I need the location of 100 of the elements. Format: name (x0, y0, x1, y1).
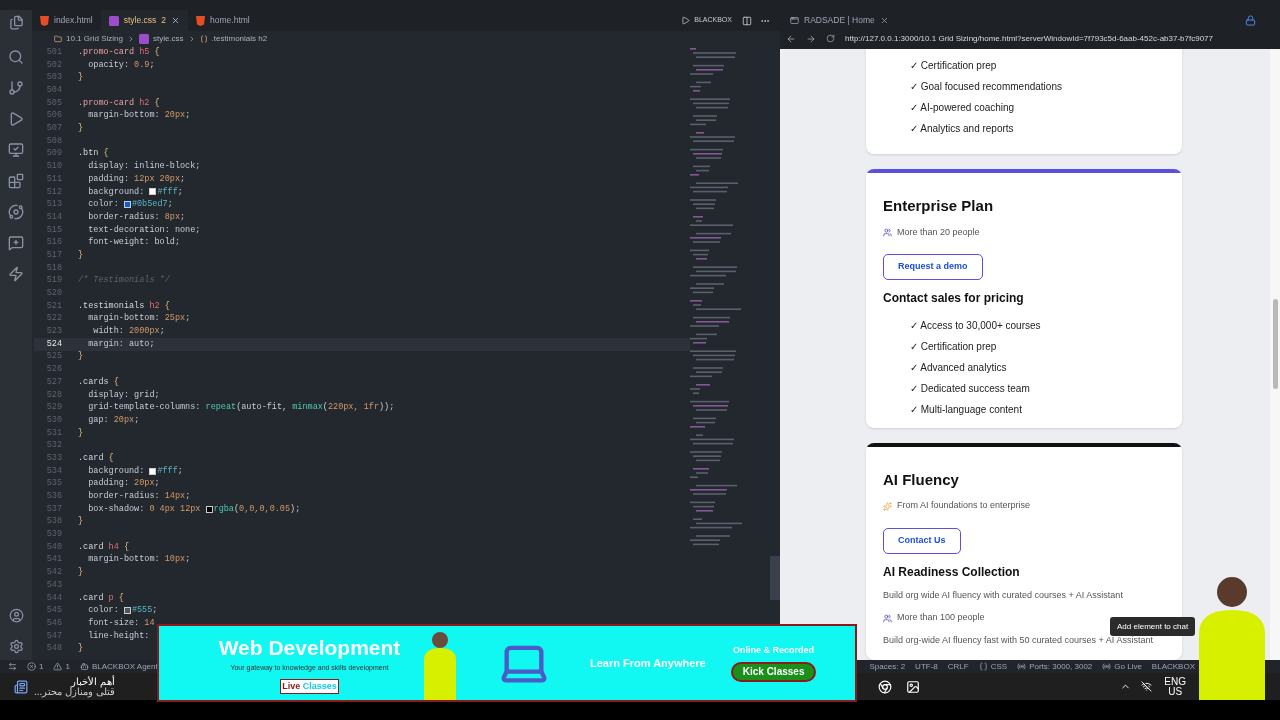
code-text: color: (87, 604, 120, 617)
tooltip: Add element to chat (1110, 617, 1196, 636)
code-text: } (78, 566, 84, 579)
split-icon[interactable] (742, 15, 752, 26)
card-subtitle: From AI foundations to enterprise (897, 499, 1031, 513)
color-swatch[interactable] (123, 201, 131, 209)
color-swatch[interactable] (123, 607, 131, 615)
close-icon[interactable] (171, 16, 181, 25)
card-subtitle: More than 20 people (897, 225, 980, 239)
line-number: 512 (45, 185, 62, 199)
branch-icon[interactable] (8, 80, 24, 96)
kick-classes-button[interactable]: Kick Classes (730, 661, 817, 682)
browser-tab[interactable]: RADSADE | Home (786, 14, 893, 27)
code-text: .cards { (78, 375, 119, 389)
braces-icon (978, 662, 988, 671)
card-button[interactable]: Contact Us (883, 527, 961, 554)
settings-icon[interactable] (8, 639, 24, 654)
live-classes-tag: Live Classes (280, 678, 339, 695)
breadcrumb-item[interactable]: style.css (152, 32, 184, 45)
language-label[interactable]: ENG (1164, 676, 1186, 687)
run-icon[interactable] (8, 111, 24, 127)
folder-icon (54, 34, 62, 43)
news-title[interactable]: أهم الأخبار (34, 676, 115, 687)
card-button[interactable]: Request a demo (883, 254, 983, 281)
status-item[interactable]: 1 (65, 660, 70, 673)
code-text: opacity: 0.9; (87, 58, 155, 72)
editor-tab[interactable]: style.css 2 (100, 10, 189, 31)
line-number: 507 (45, 122, 62, 135)
forward-icon[interactable] (806, 33, 816, 44)
code-text: font-weight: bold; (87, 236, 181, 250)
code-text: margin-bottom: 10px; (87, 553, 191, 567)
line-number: 532 (45, 439, 62, 453)
status-item[interactable]: UTF-8 (915, 660, 938, 673)
color-swatch[interactable] (149, 188, 157, 196)
card-heading: AI Readiness Collection (883, 563, 1021, 581)
status-item[interactable]: CSS (990, 660, 1008, 673)
address-field[interactable]: http://127.0.0.1:3000/10.1 Grid Sizing/home.html?serverWindowId=7f793c5d-6aab-452c-ab37-b7fc9077 (845, 32, 1213, 45)
color-swatch[interactable] (205, 505, 213, 513)
line-number: 545 (45, 604, 62, 617)
status-item[interactable]: BLACKBOX (1151, 660, 1195, 673)
wifi-off-icon[interactable] (1141, 681, 1153, 692)
news-headline[interactable]: قتلى ومنازل محتر... (34, 686, 115, 697)
monitor-icon[interactable] (8, 142, 24, 158)
code-text: } (78, 642, 84, 656)
search-icon[interactable] (8, 49, 24, 65)
code-text: .testimonials h2 { (78, 299, 170, 313)
code-text: background: (87, 464, 146, 478)
line-number: 530 (45, 413, 62, 427)
scrollbar-thumb[interactable] (1272, 299, 1278, 389)
card-title: AI Fluency (883, 469, 960, 490)
line-number: 531 (45, 426, 62, 440)
extensions-icon[interactable] (8, 173, 24, 189)
code-text: margin-bottom: 25px; (87, 312, 191, 326)
status-item[interactable]: Spaces: 2 (869, 660, 906, 673)
back-icon[interactable] (786, 33, 796, 44)
news-icon[interactable] (14, 679, 28, 694)
lightning-icon[interactable] (8, 266, 24, 282)
code-text: .promo-card h2 { (78, 96, 160, 110)
scrollbar-thumb[interactable] (770, 556, 780, 600)
sparkle-icon (883, 501, 892, 511)
line-number: 513 (45, 198, 62, 211)
line-number: 510 (45, 160, 62, 173)
css-file-icon (108, 15, 119, 26)
editor-tab[interactable]: index.html (32, 10, 101, 31)
line-number: 527 (45, 375, 62, 389)
chat-icon[interactable] (8, 235, 24, 251)
play-icon[interactable] (681, 16, 691, 25)
account-icon[interactable] (8, 608, 24, 623)
remote-icon[interactable] (8, 662, 17, 671)
lock-icon[interactable] (1245, 15, 1256, 26)
line-number: 517 (45, 248, 62, 262)
line-number: 529 (45, 401, 62, 414)
status-item[interactable]: Go Live (1114, 660, 1142, 673)
line-number: 505 (45, 96, 62, 110)
orbit-icon[interactable] (8, 204, 24, 220)
line-number: 526 (45, 363, 62, 376)
image-app-icon[interactable] (906, 679, 921, 694)
status-item[interactable]: CRLF (947, 660, 969, 673)
line-number: 537 (45, 502, 62, 516)
broadcast-icon (1017, 662, 1027, 671)
status-item[interactable]: BLACKBOX Agent (91, 660, 158, 673)
code-text: padding: 20px; (87, 477, 160, 491)
browser-app-icon[interactable] (878, 679, 893, 694)
files-icon[interactable] (8, 15, 24, 30)
region-label[interactable]: US (1168, 686, 1183, 697)
breadcrumb-item[interactable]: 10.1 Grid Sizing (66, 32, 123, 45)
code-text: padding: 12px 20px; (87, 172, 186, 186)
status-item[interactable]: 1 (39, 660, 44, 673)
breadcrumb-item[interactable]: .testimonials h2 (211, 32, 268, 45)
reload-icon[interactable] (826, 34, 835, 43)
html-file-icon (196, 15, 206, 26)
line-number: 501 (45, 45, 62, 59)
code-text: #555; (131, 604, 158, 617)
close-icon[interactable] (879, 16, 889, 25)
line-number: 515 (45, 223, 62, 237)
card-heading: Contact sales for pricing (883, 290, 1025, 308)
editor-tab[interactable]: home.html (188, 10, 258, 31)
color-swatch[interactable] (149, 467, 157, 475)
line-number: 542 (45, 566, 62, 579)
status-item[interactable]: Ports: 3000, 3002 (1029, 660, 1093, 673)
